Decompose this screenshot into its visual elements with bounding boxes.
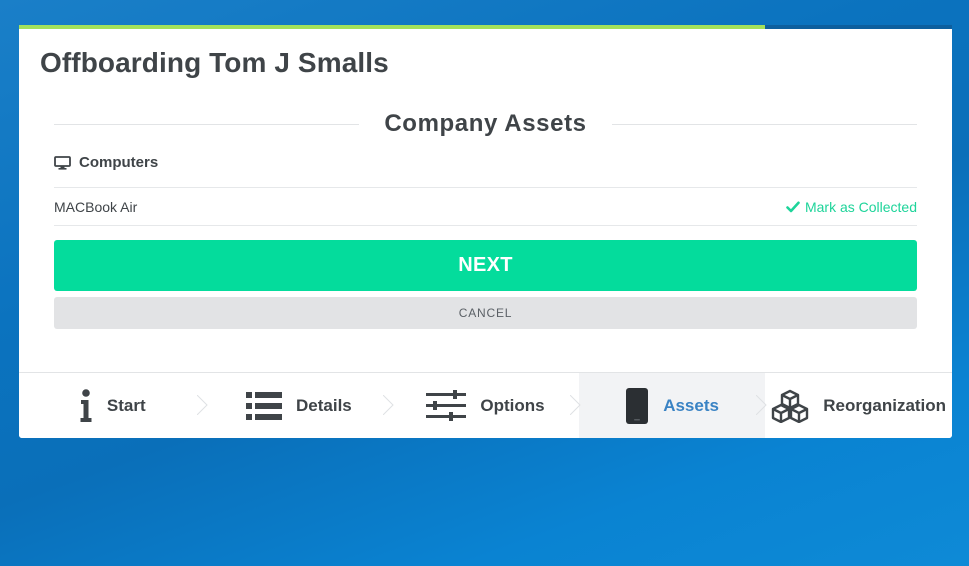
category-label: Computers (79, 154, 159, 171)
asset-name: MACBook Air (54, 198, 138, 215)
offboarding-modal: Offboarding Tom J Smalls Company Assets … (19, 29, 952, 438)
sliders-icon (426, 390, 467, 422)
chevron-right-icon (569, 395, 581, 415)
divider (611, 123, 917, 125)
tab-details[interactable]: Details (206, 373, 394, 438)
cubes-icon (771, 389, 809, 423)
divider (54, 123, 360, 125)
next-button[interactable]: NEXT (54, 240, 917, 291)
monitor-icon (54, 155, 71, 170)
chevron-right-icon (196, 395, 208, 415)
mark-as-collected-label: Mark as Collected (804, 198, 917, 215)
tab-start-label: Start (106, 396, 146, 415)
checkmark-icon (786, 201, 800, 212)
tab-start[interactable]: Start (19, 373, 208, 438)
tab-details-label: Details (296, 396, 352, 415)
tab-options[interactable]: Options (392, 373, 581, 438)
chevron-right-icon (756, 395, 768, 415)
section-title: Company Assets (384, 110, 587, 137)
wizard-steps: Start Details Options Assets Reorganizat… (19, 372, 952, 438)
list-icon (246, 391, 283, 421)
tab-assets[interactable]: Assets (578, 373, 768, 438)
phone-icon (625, 387, 649, 425)
page-title: Offboarding Tom J Smalls (40, 47, 389, 78)
chevron-right-icon (383, 395, 394, 415)
asset-category: Computers (54, 154, 158, 171)
info-icon (79, 389, 93, 423)
section-heading: Company Assets (54, 109, 917, 139)
tab-options-label: Options (480, 396, 545, 415)
tab-reorganization[interactable]: Reorganization (765, 373, 952, 438)
mark-as-collected-link[interactable]: Mark as Collected (786, 199, 917, 215)
tab-reorganization-label: Reorganization (823, 396, 947, 415)
asset-row: MACBook Air Mark as Collected (54, 187, 917, 226)
cancel-button[interactable]: CANCEL (54, 297, 917, 329)
tab-assets-label: Assets (663, 396, 719, 415)
